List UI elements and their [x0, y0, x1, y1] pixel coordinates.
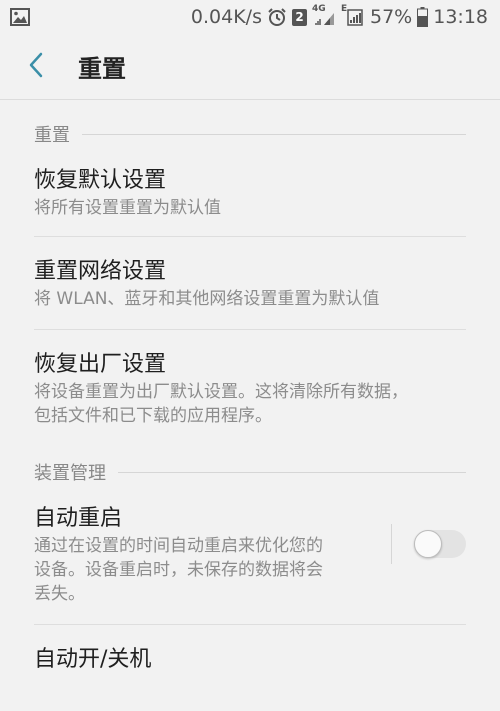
signal-e-icon: E: [341, 4, 365, 27]
item-subtitle-line1: 将设备重置为出厂默认设置。这将清除所有数据，: [34, 382, 408, 402]
auto-power-on-off-item[interactable]: 自动开/关机: [0, 625, 500, 675]
net-4g-label: 4G: [312, 4, 326, 14]
item-subtitle-line1: 通过在设置的时间自动重启来优化您的: [34, 536, 323, 556]
section-title: 装置管理: [34, 463, 106, 484]
battery-percent: 57%: [370, 6, 413, 28]
app-bar: 重置: [0, 34, 500, 100]
back-button[interactable]: [0, 34, 78, 100]
section-line: [82, 133, 466, 135]
item-title: 自动开/关机: [34, 647, 152, 672]
back-arrow-icon: [28, 52, 44, 82]
net-e-label: E: [341, 4, 348, 14]
auto-restart-toggle[interactable]: [414, 530, 466, 558]
auto-restart-row[interactable]: 自动重启 通过在设置的时间自动重启来优化您的 设备。设备重启时，未保存的数据将会…: [0, 494, 500, 624]
status-bar: 0.04K/s 2 4G E 57% 13:18: [0, 0, 500, 34]
factory-reset-item[interactable]: 恢复出厂设置 将设备重置为出厂默认设置。这将清除所有数据， 包括文件和已下载的应…: [0, 330, 500, 450]
item-title: 恢复默认设置: [34, 168, 167, 193]
clock: 13:18: [433, 6, 488, 28]
item-title: 重置网络设置: [34, 259, 167, 284]
section-title: 重置: [34, 125, 70, 146]
vertical-divider: [391, 524, 392, 564]
reset-network-item[interactable]: 重置网络设置 将 WLAN、蓝牙和其他网络设置重置为默认值: [0, 237, 500, 329]
network-speed: 0.04K/s: [190, 6, 262, 28]
battery-icon: [417, 7, 429, 27]
section-header-reset: 重置: [0, 112, 500, 156]
alarm-icon: [267, 7, 287, 27]
section-header-device-management: 装置管理: [0, 450, 500, 494]
signal-4g-icon: 4G: [312, 4, 336, 27]
page-title: 重置: [78, 55, 126, 83]
item-subtitle-line2: 设备。设备重启时，未保存的数据将会: [34, 560, 323, 580]
item-subtitle: 将 WLAN、蓝牙和其他网络设置重置为默认值: [34, 289, 380, 309]
item-subtitle-line2: 包括文件和已下载的应用程序。: [34, 406, 272, 426]
item-subtitle-line3: 丢失。: [34, 584, 85, 604]
item-subtitle: 将所有设置重置为默认值: [34, 198, 221, 218]
reset-defaults-item[interactable]: 恢复默认设置 将所有设置重置为默认值: [0, 156, 500, 236]
item-title: 自动重启: [34, 506, 123, 531]
image-icon: [10, 8, 30, 26]
toggle-knob: [414, 530, 442, 558]
item-title: 恢复出厂设置: [34, 352, 167, 377]
section-line: [118, 471, 466, 473]
notification-badge: 2: [292, 8, 307, 26]
